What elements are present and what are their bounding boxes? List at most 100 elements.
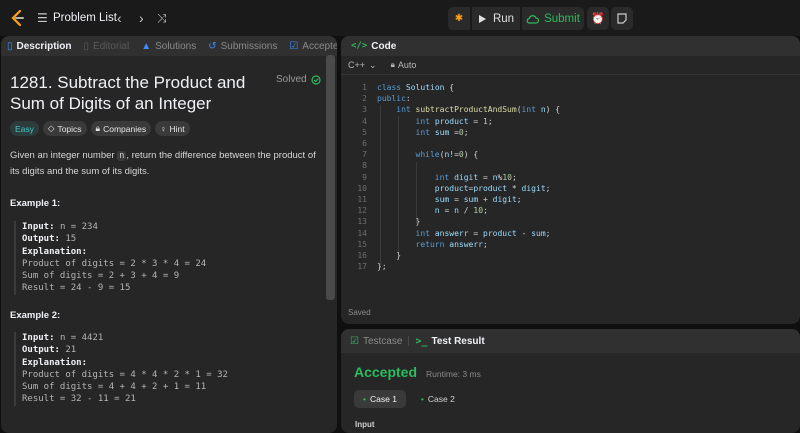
tab-description[interactable]: ▯ Description <box>1 41 78 52</box>
code-line[interactable]: 14 int answerr = product - sum; <box>348 228 551 240</box>
tab-testcase[interactable]: ☑ Testcase <box>344 336 408 347</box>
leetcode-logo-icon[interactable] <box>9 9 27 27</box>
tab-solutions-label: Solutions <box>155 40 197 52</box>
output-label: Output: <box>22 345 60 356</box>
code-text: } <box>415 217 421 227</box>
code-line[interactable]: 2 public: <box>348 94 411 105</box>
input-label: Input: <box>22 222 55 232</box>
notes-button[interactable] <box>611 7 633 30</box>
explanation-line: Sum of digits = 2 + 3 + 4 = 9 <box>22 271 180 282</box>
lock-icon: 🔒︎ <box>95 123 101 133</box>
code-text: n = n / 10; <box>434 206 488 216</box>
case-2-label: Case 2 <box>427 394 455 404</box>
checkbox-icon: ☑ <box>350 335 359 347</box>
topics-tag[interactable]: ◇ Topics <box>42 121 87 136</box>
run-submit-group: ✱ Run Submit <box>448 7 584 30</box>
chevron-right-icon[interactable]: › <box>139 10 144 26</box>
line-number: 6 <box>362 139 367 148</box>
tab-test-result[interactable]: >_ Test Result <box>409 336 490 347</box>
play-icon <box>478 14 486 23</box>
output-value: 15 <box>65 234 77 245</box>
code-text: product=product * digit; <box>434 183 551 193</box>
code-line[interactable]: 11 sum = sum + digit; <box>348 195 522 206</box>
code-text: return answerr; <box>415 239 488 249</box>
alarm-button[interactable]: ⏰ <box>587 7 609 30</box>
code-line[interactable]: 7 while(n!=0) { <box>348 150 478 161</box>
code-text: class Solution { <box>377 83 455 92</box>
solved-indicator: Solved <box>276 74 321 85</box>
tab-accepted-label: Accepted <box>302 40 337 52</box>
debug-button[interactable]: ✱ <box>448 7 470 30</box>
example-block: Input: n = 234 Output: 15 Explanation: P… <box>14 221 206 295</box>
shuffle-icon[interactable]: ⤨ <box>157 11 167 26</box>
output-value: 21 <box>65 345 77 356</box>
auto-mode[interactable]: 🔒︎ Auto <box>391 60 417 70</box>
problem-title: 1281. Subtract the Product and Sum of Di… <box>10 73 246 113</box>
line-number: 10 <box>357 183 367 193</box>
difficulty-badge[interactable]: Easy <box>10 121 39 136</box>
result-status: Accepted <box>354 364 418 380</box>
left-tab-bar: ▯ Description ▯ Editorial ▲ Solutions ↺ … <box>1 36 337 56</box>
code-line[interactable]: 4 int product = 1; <box>348 117 493 128</box>
tab-solutions[interactable]: ▲ Solutions <box>135 41 202 52</box>
description-scrollbar[interactable] <box>326 55 335 300</box>
code-text: int answerr = product - sum; <box>415 228 551 238</box>
code-line[interactable]: 10 product=product * digit; <box>348 184 550 195</box>
problem-list-icon[interactable]: ☰ <box>37 11 48 25</box>
result-status-row: Accepted Runtime: 3 ms <box>354 364 481 380</box>
code-line[interactable]: 13 } <box>348 217 420 228</box>
code-line[interactable]: 15 return answerr; <box>348 239 488 251</box>
code-line[interactable]: 3 int subtractProductAndSum(int n) { <box>348 105 560 116</box>
companies-tag[interactable]: 🔒︎ Companies <box>90 121 152 136</box>
tab-code[interactable]: </> Code <box>345 41 402 52</box>
example-heading: Example 2: <box>10 310 61 321</box>
tab-editorial-label: Editorial <box>93 40 130 52</box>
desc-text-1: Given an integer number <box>10 150 118 161</box>
auto-label: Auto <box>397 60 417 70</box>
line-number: 1 <box>362 83 367 92</box>
example-heading: Example 1: <box>10 198 61 209</box>
hint-tag[interactable]: ♀ Hint <box>155 121 190 136</box>
code-line[interactable]: 8 <box>348 161 377 172</box>
explanation-label: Explanation: <box>22 357 88 368</box>
chevron-down-icon: ⌄ <box>369 59 377 70</box>
tag-icon: ◇ <box>47 123 55 133</box>
case-1-label: Case 1 <box>369 394 397 404</box>
code-line[interactable]: 5 int sum =0; <box>348 128 468 139</box>
code-text: sum = sum + digit; <box>434 195 522 204</box>
code-line[interactable]: 16 } <box>348 251 401 262</box>
code-line[interactable]: 6 <box>348 139 377 150</box>
input-value: n = 234 <box>59 222 98 232</box>
tag-row: Easy ◇ Topics 🔒︎ Companies ♀ Hint <box>10 121 190 136</box>
runtime-text: Runtime: 3 ms <box>426 369 481 379</box>
code-line[interactable]: 12 n = n / 10; <box>348 206 488 217</box>
terminal-icon: >_ <box>415 335 428 347</box>
chevron-left-icon[interactable]: ‹ <box>117 10 122 26</box>
line-number: 15 <box>357 239 367 249</box>
check-square-icon: ☑ <box>289 40 299 52</box>
tab-editorial[interactable]: ▯ Editorial <box>78 41 136 52</box>
code-text: while(n!=0) { <box>415 150 479 160</box>
input-heading: Input <box>355 420 375 429</box>
tab-accepted[interactable]: ☑ Accepted <box>283 41 337 52</box>
problem-list-link[interactable]: Problem List <box>53 12 117 24</box>
tab-code-label: Code <box>371 40 397 52</box>
case-1-button[interactable]: • Case 1 <box>354 390 406 408</box>
language-select[interactable]: C++ ⌄ <box>348 60 377 71</box>
line-number: 11 <box>357 195 367 204</box>
line-number: 16 <box>357 251 367 260</box>
code-line[interactable]: 1 class Solution { <box>348 83 454 94</box>
code-text: } <box>396 251 402 260</box>
tab-testcase-label: Testcase <box>362 335 403 347</box>
note-icon <box>617 13 627 24</box>
submit-button[interactable]: Submit <box>522 7 584 30</box>
tab-description-label: Description <box>16 40 72 52</box>
case-2-button[interactable]: • Case 2 <box>412 390 464 408</box>
code-line[interactable]: 9 int digit = n%10; <box>348 173 517 184</box>
run-button[interactable]: Run <box>472 7 520 30</box>
explanation-line: Sum of digits = 4 + 4 + 2 + 1 = 11 <box>22 382 207 393</box>
tab-submissions[interactable]: ↺ Submissions <box>202 41 283 52</box>
line-number: 7 <box>362 150 367 160</box>
explanation-line: Product of digits = 4 * 4 * 2 * 1 = 32 <box>22 369 228 380</box>
code-line[interactable]: 17}; <box>348 262 386 273</box>
